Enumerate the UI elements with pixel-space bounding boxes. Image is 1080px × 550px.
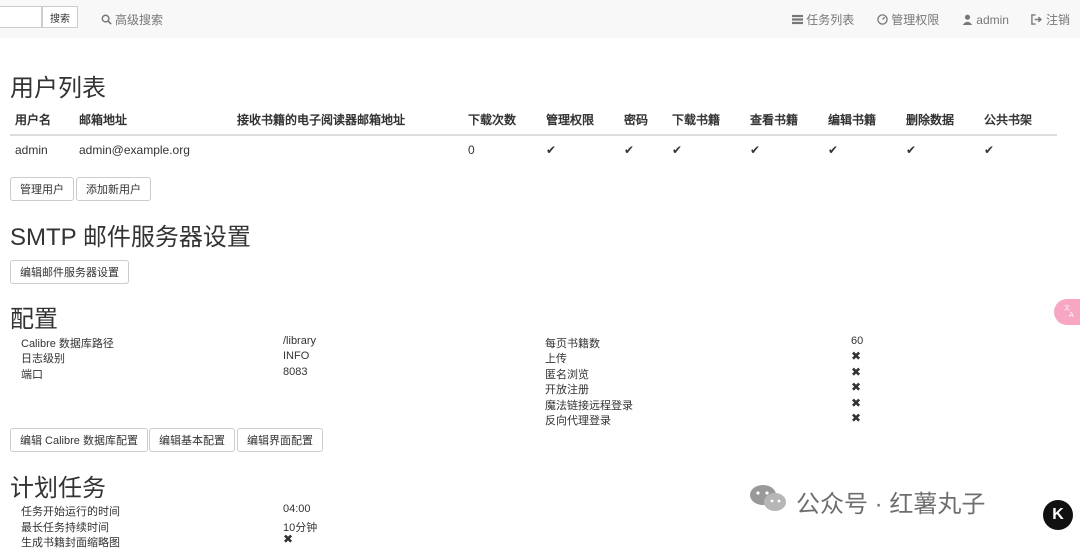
logout-icon [1031,14,1043,26]
shelf-check-icon: ✔ [979,134,1057,164]
svg-text:A: A [1069,311,1074,318]
top-navbar: 搜索 高级搜索 任务列表 管理权限 admin 注销 [0,0,1080,38]
config-label: 日志级别 [21,353,65,365]
advanced-search-label: 高级搜索 [115,13,164,27]
task-label: 最长任务持续时间 [21,522,109,534]
edit-check-icon: ✔ [823,134,901,164]
config-label: 上传 [545,353,567,365]
cross-icon: ✖ [283,532,294,546]
username-link[interactable]: admin [10,134,74,164]
nav-logout[interactable]: 注销 [1031,11,1070,28]
dashboard-icon [876,14,888,26]
tasks-title: 计划任务 [10,475,106,502]
config-label: 反向代理登录 [545,415,611,427]
nav-tasks-label: 任务列表 [806,13,855,27]
cross-icon: ✖ [851,396,862,410]
watermark-text: 公众号 · 红薯丸子 [796,491,986,518]
cross-icon: ✖ [851,349,862,363]
ereader-email-cell [232,134,463,164]
nav-user-label: admin [976,12,1009,27]
nav-logout-label: 注销 [1045,13,1070,27]
config-label: 开放注册 [545,384,589,396]
nav-right: 任务列表 管理权限 admin 注销 [791,11,1070,28]
nav-user[interactable]: admin [961,11,1009,28]
delete-check-icon: ✔ [901,134,979,164]
email-cell: admin@example.org [74,134,232,164]
config-label: 匿名浏览 [545,369,589,381]
cross-icon: ✖ [851,365,862,379]
edit-db-config-button[interactable]: 编辑 Calibre 数据库配置 [10,428,148,452]
advanced-search-link[interactable]: 高级搜索 [100,11,163,28]
watermark: 公众号 · 红薯丸子 [748,482,985,521]
users-table-header: 用户名 邮箱地址 接收书籍的电子阅读器邮箱地址 下载次数 管理权限 密码 下载书… [10,104,1057,136]
list-icon [791,14,803,26]
user-icon [961,14,973,26]
smtp-title: SMTP 邮件服务器设置 [10,224,251,251]
cross-icon: ✖ [851,411,862,425]
wechat-icon [748,482,788,521]
nav-admin[interactable]: 管理权限 [876,11,939,28]
translate-icon: 文A [1063,304,1077,320]
config-value: 8083 [283,366,308,378]
col-delete: 删除数据 [901,104,979,136]
col-email: 邮箱地址 [74,104,232,136]
col-admin: 管理权限 [541,104,619,136]
task-label: 任务开始运行的时间 [21,506,120,518]
search-input[interactable] [0,6,42,28]
translate-widget[interactable]: 文A [1054,299,1080,325]
config-label: 魔法链接远程登录 [545,400,633,412]
col-download: 下载书籍 [667,104,745,136]
config-value: 60 [851,335,864,347]
password-check-icon: ✔ [619,134,667,164]
manage-users-button[interactable]: 管理用户 [10,177,74,201]
admin-check-icon: ✔ [541,134,619,164]
col-edit: 编辑书籍 [823,104,901,136]
edit-ui-config-button[interactable]: 编辑界面配置 [237,428,323,452]
col-ereader-email: 接收书籍的电子阅读器邮箱地址 [232,104,463,136]
downloads-cell: 0 [463,134,541,164]
search-button[interactable]: 搜索 [42,6,78,28]
edit-smtp-button[interactable]: 编辑邮件服务器设置 [10,260,129,284]
search-icon [100,14,112,26]
table-row: admin admin@example.org 0 ✔ ✔ ✔ ✔ ✔ ✔ ✔ [10,134,1057,164]
col-username: 用户名 [10,104,74,136]
users-table: 用户名 邮箱地址 接收书籍的电子阅读器邮箱地址 下载次数 管理权限 密码 下载书… [10,104,1057,164]
nav-admin-label: 管理权限 [891,13,940,27]
col-public-shelf: 公共书架 [979,104,1057,136]
config-title: 配置 [10,306,58,333]
cross-icon: ✖ [851,380,862,394]
nav-tasks[interactable]: 任务列表 [791,11,854,28]
config-value: INFO [283,350,310,362]
col-downloads: 下载次数 [463,104,541,136]
col-view: 查看书籍 [745,104,823,136]
download-check-icon: ✔ [667,134,745,164]
task-label: 生成书籍封面缩略图 [21,537,120,549]
users-title: 用户列表 [10,75,106,102]
config-label: 每页书籍数 [545,338,600,350]
config-label: 端口 [21,369,43,381]
col-password: 密码 [619,104,667,136]
edit-basic-config-button[interactable]: 编辑基本配置 [149,428,235,452]
view-check-icon: ✔ [745,134,823,164]
add-user-button[interactable]: 添加新用户 [76,177,151,201]
watermark-logo: K [1043,500,1073,530]
config-label: Calibre 数据库路径 [21,338,114,350]
task-value: 04:00 [283,503,311,515]
config-value: /library [283,335,317,347]
